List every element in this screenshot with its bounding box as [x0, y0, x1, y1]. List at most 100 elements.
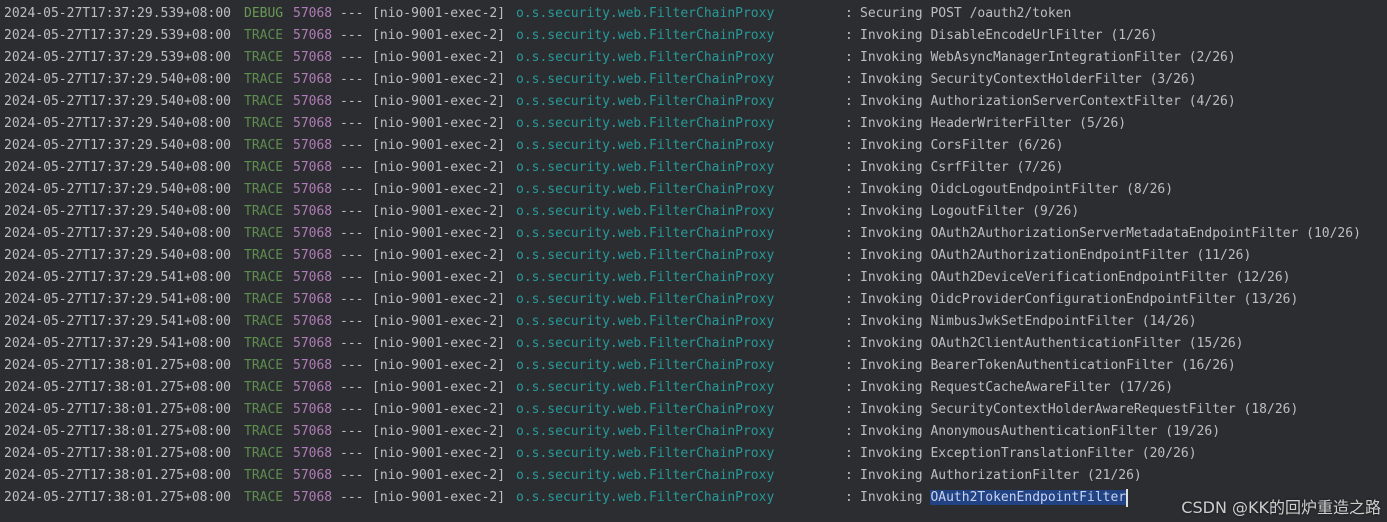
log-logger: o.s.security.web.FilterChainProxy	[516, 424, 775, 439]
log-line[interactable]: 2024-05-27T17:38:01.275+08:00 TRACE 57068-…	[4, 443, 1387, 465]
text-caret	[1126, 488, 1129, 507]
log-line[interactable]: 2024-05-27T17:37:29.540+08:00 TRACE 57068-…	[4, 157, 1387, 179]
log-pid: 57068	[293, 468, 333, 483]
log-logger: o.s.security.web.FilterChainProxy	[516, 314, 775, 329]
log-level: TRACE	[244, 358, 284, 373]
log-colon: :	[845, 490, 853, 505]
log-line[interactable]: 2024-05-27T17:37:29.539+08:00 TRACE 57068-…	[4, 47, 1387, 69]
log-colon: :	[845, 292, 853, 307]
log-separator: ---	[340, 182, 364, 197]
log-colon: :	[845, 160, 853, 175]
log-timestamp: 2024-05-27T17:37:29.540+08:00	[4, 182, 231, 197]
log-logger: o.s.security.web.FilterChainProxy	[516, 28, 775, 43]
log-line[interactable]: 2024-05-27T17:38:01.275+08:00 TRACE 57068-…	[4, 487, 1387, 509]
log-message: Invoking SecurityContextHolderFilter (3/…	[860, 72, 1197, 87]
log-timestamp: 2024-05-27T17:37:29.539+08:00	[4, 28, 231, 43]
log-pid: 57068	[293, 226, 333, 241]
log-level: TRACE	[244, 424, 284, 439]
log-line[interactable]: 2024-05-27T17:38:01.275+08:00 TRACE 57068-…	[4, 421, 1387, 443]
log-colon: :	[845, 402, 853, 417]
log-thread: [nio-9001-exec-2]	[372, 270, 506, 285]
log-logger: o.s.security.web.FilterChainProxy	[516, 270, 775, 285]
log-level: TRACE	[244, 94, 284, 109]
log-line[interactable]: 2024-05-27T17:37:29.539+08:00 TRACE 57068-…	[4, 25, 1387, 47]
log-level: TRACE	[244, 160, 284, 175]
log-colon: :	[845, 138, 853, 153]
log-logger: o.s.security.web.FilterChainProxy	[516, 182, 775, 197]
log-thread: [nio-9001-exec-2]	[372, 28, 506, 43]
log-thread: [nio-9001-exec-2]	[372, 336, 506, 351]
log-line[interactable]: 2024-05-27T17:37:29.540+08:00 TRACE 57068-…	[4, 223, 1387, 245]
log-level: TRACE	[244, 292, 284, 307]
log-pid: 57068	[293, 72, 333, 87]
log-pid: 57068	[293, 28, 333, 43]
log-timestamp: 2024-05-27T17:37:29.540+08:00	[4, 116, 231, 131]
log-line[interactable]: 2024-05-27T17:37:29.541+08:00 TRACE 57068-…	[4, 289, 1387, 311]
console-output[interactable]: 2024-05-27T17:37:29.539+08:00 DEBUG 57068-…	[4, 3, 1387, 509]
log-message: Invoking DisableEncodeUrlFilter (1/26)	[860, 28, 1158, 43]
log-thread: [nio-9001-exec-2]	[372, 490, 506, 505]
log-timestamp: 2024-05-27T17:38:01.275+08:00	[4, 424, 231, 439]
log-timestamp: 2024-05-27T17:38:01.275+08:00	[4, 358, 231, 373]
log-thread: [nio-9001-exec-2]	[372, 138, 506, 153]
log-thread: [nio-9001-exec-2]	[372, 292, 506, 307]
log-colon: :	[845, 72, 853, 87]
log-message: Invoking OAuth2DeviceVerificationEndpoin…	[860, 270, 1291, 285]
log-line[interactable]: 2024-05-27T17:37:29.540+08:00 TRACE 57068-…	[4, 179, 1387, 201]
log-line[interactable]: 2024-05-27T17:37:29.540+08:00 TRACE 57068-…	[4, 245, 1387, 267]
log-line[interactable]: 2024-05-27T17:38:01.275+08:00 TRACE 57068-…	[4, 465, 1387, 487]
log-separator: ---	[340, 468, 364, 483]
log-colon: :	[845, 182, 853, 197]
log-separator: ---	[340, 314, 364, 329]
log-pid: 57068	[293, 160, 333, 175]
log-timestamp: 2024-05-27T17:37:29.541+08:00	[4, 314, 231, 329]
log-colon: :	[845, 446, 853, 461]
log-colon: :	[845, 380, 853, 395]
log-logger: o.s.security.web.FilterChainProxy	[516, 402, 775, 417]
watermark: CSDN @KK的回炉重造之路	[1181, 498, 1381, 517]
log-pid: 57068	[293, 490, 333, 505]
log-colon: :	[845, 116, 853, 131]
log-line[interactable]: 2024-05-27T17:38:01.275+08:00 TRACE 57068-…	[4, 377, 1387, 399]
log-separator: ---	[340, 336, 364, 351]
log-timestamp: 2024-05-27T17:37:29.540+08:00	[4, 204, 231, 219]
log-pid: 57068	[293, 138, 333, 153]
log-separator: ---	[340, 50, 364, 65]
log-level: TRACE	[244, 50, 284, 65]
log-line[interactable]: 2024-05-27T17:37:29.540+08:00 TRACE 57068-…	[4, 113, 1387, 135]
log-line[interactable]: 2024-05-27T17:37:29.540+08:00 TRACE 57068-…	[4, 201, 1387, 223]
log-separator: ---	[340, 6, 364, 21]
log-line[interactable]: 2024-05-27T17:37:29.541+08:00 TRACE 57068-…	[4, 333, 1387, 355]
log-separator: ---	[340, 116, 364, 131]
log-line[interactable]: 2024-05-27T17:37:29.540+08:00 TRACE 57068-…	[4, 69, 1387, 91]
log-line[interactable]: 2024-05-27T17:38:01.275+08:00 TRACE 57068-…	[4, 399, 1387, 421]
log-separator: ---	[340, 28, 364, 43]
log-line[interactable]: 2024-05-27T17:37:29.540+08:00 TRACE 57068-…	[4, 91, 1387, 113]
log-line[interactable]: 2024-05-27T17:38:01.275+08:00 TRACE 57068-…	[4, 355, 1387, 377]
log-colon: :	[845, 204, 853, 219]
log-thread: [nio-9001-exec-2]	[372, 160, 506, 175]
log-separator: ---	[340, 160, 364, 175]
log-level: TRACE	[244, 28, 284, 43]
log-logger: o.s.security.web.FilterChainProxy	[516, 204, 775, 219]
log-level: TRACE	[244, 468, 284, 483]
log-line[interactable]: 2024-05-27T17:37:29.541+08:00 TRACE 57068-…	[4, 267, 1387, 289]
log-message: Invoking SecurityContextHolderAwareReque…	[860, 402, 1299, 417]
log-message: Invoking RequestCacheAwareFilter (17/26)	[860, 380, 1174, 395]
log-separator: ---	[340, 446, 364, 461]
log-timestamp: 2024-05-27T17:37:29.540+08:00	[4, 248, 231, 263]
log-colon: :	[845, 336, 853, 351]
log-pid: 57068	[293, 204, 333, 219]
log-line[interactable]: 2024-05-27T17:37:29.539+08:00 DEBUG 57068-…	[4, 3, 1387, 25]
log-line[interactable]: 2024-05-27T17:37:29.541+08:00 TRACE 57068-…	[4, 311, 1387, 333]
log-level: TRACE	[244, 182, 284, 197]
log-level: DEBUG	[244, 6, 284, 21]
selected-text[interactable]: OAuth2TokenEndpointFilter	[930, 490, 1127, 505]
log-logger: o.s.security.web.FilterChainProxy	[516, 336, 775, 351]
log-separator: ---	[340, 204, 364, 219]
log-level: TRACE	[244, 72, 284, 87]
log-thread: [nio-9001-exec-2]	[372, 116, 506, 131]
log-line[interactable]: 2024-05-27T17:37:29.540+08:00 TRACE 57068-…	[4, 135, 1387, 157]
log-separator: ---	[340, 490, 364, 505]
log-message-prefix: Invoking	[860, 490, 931, 505]
